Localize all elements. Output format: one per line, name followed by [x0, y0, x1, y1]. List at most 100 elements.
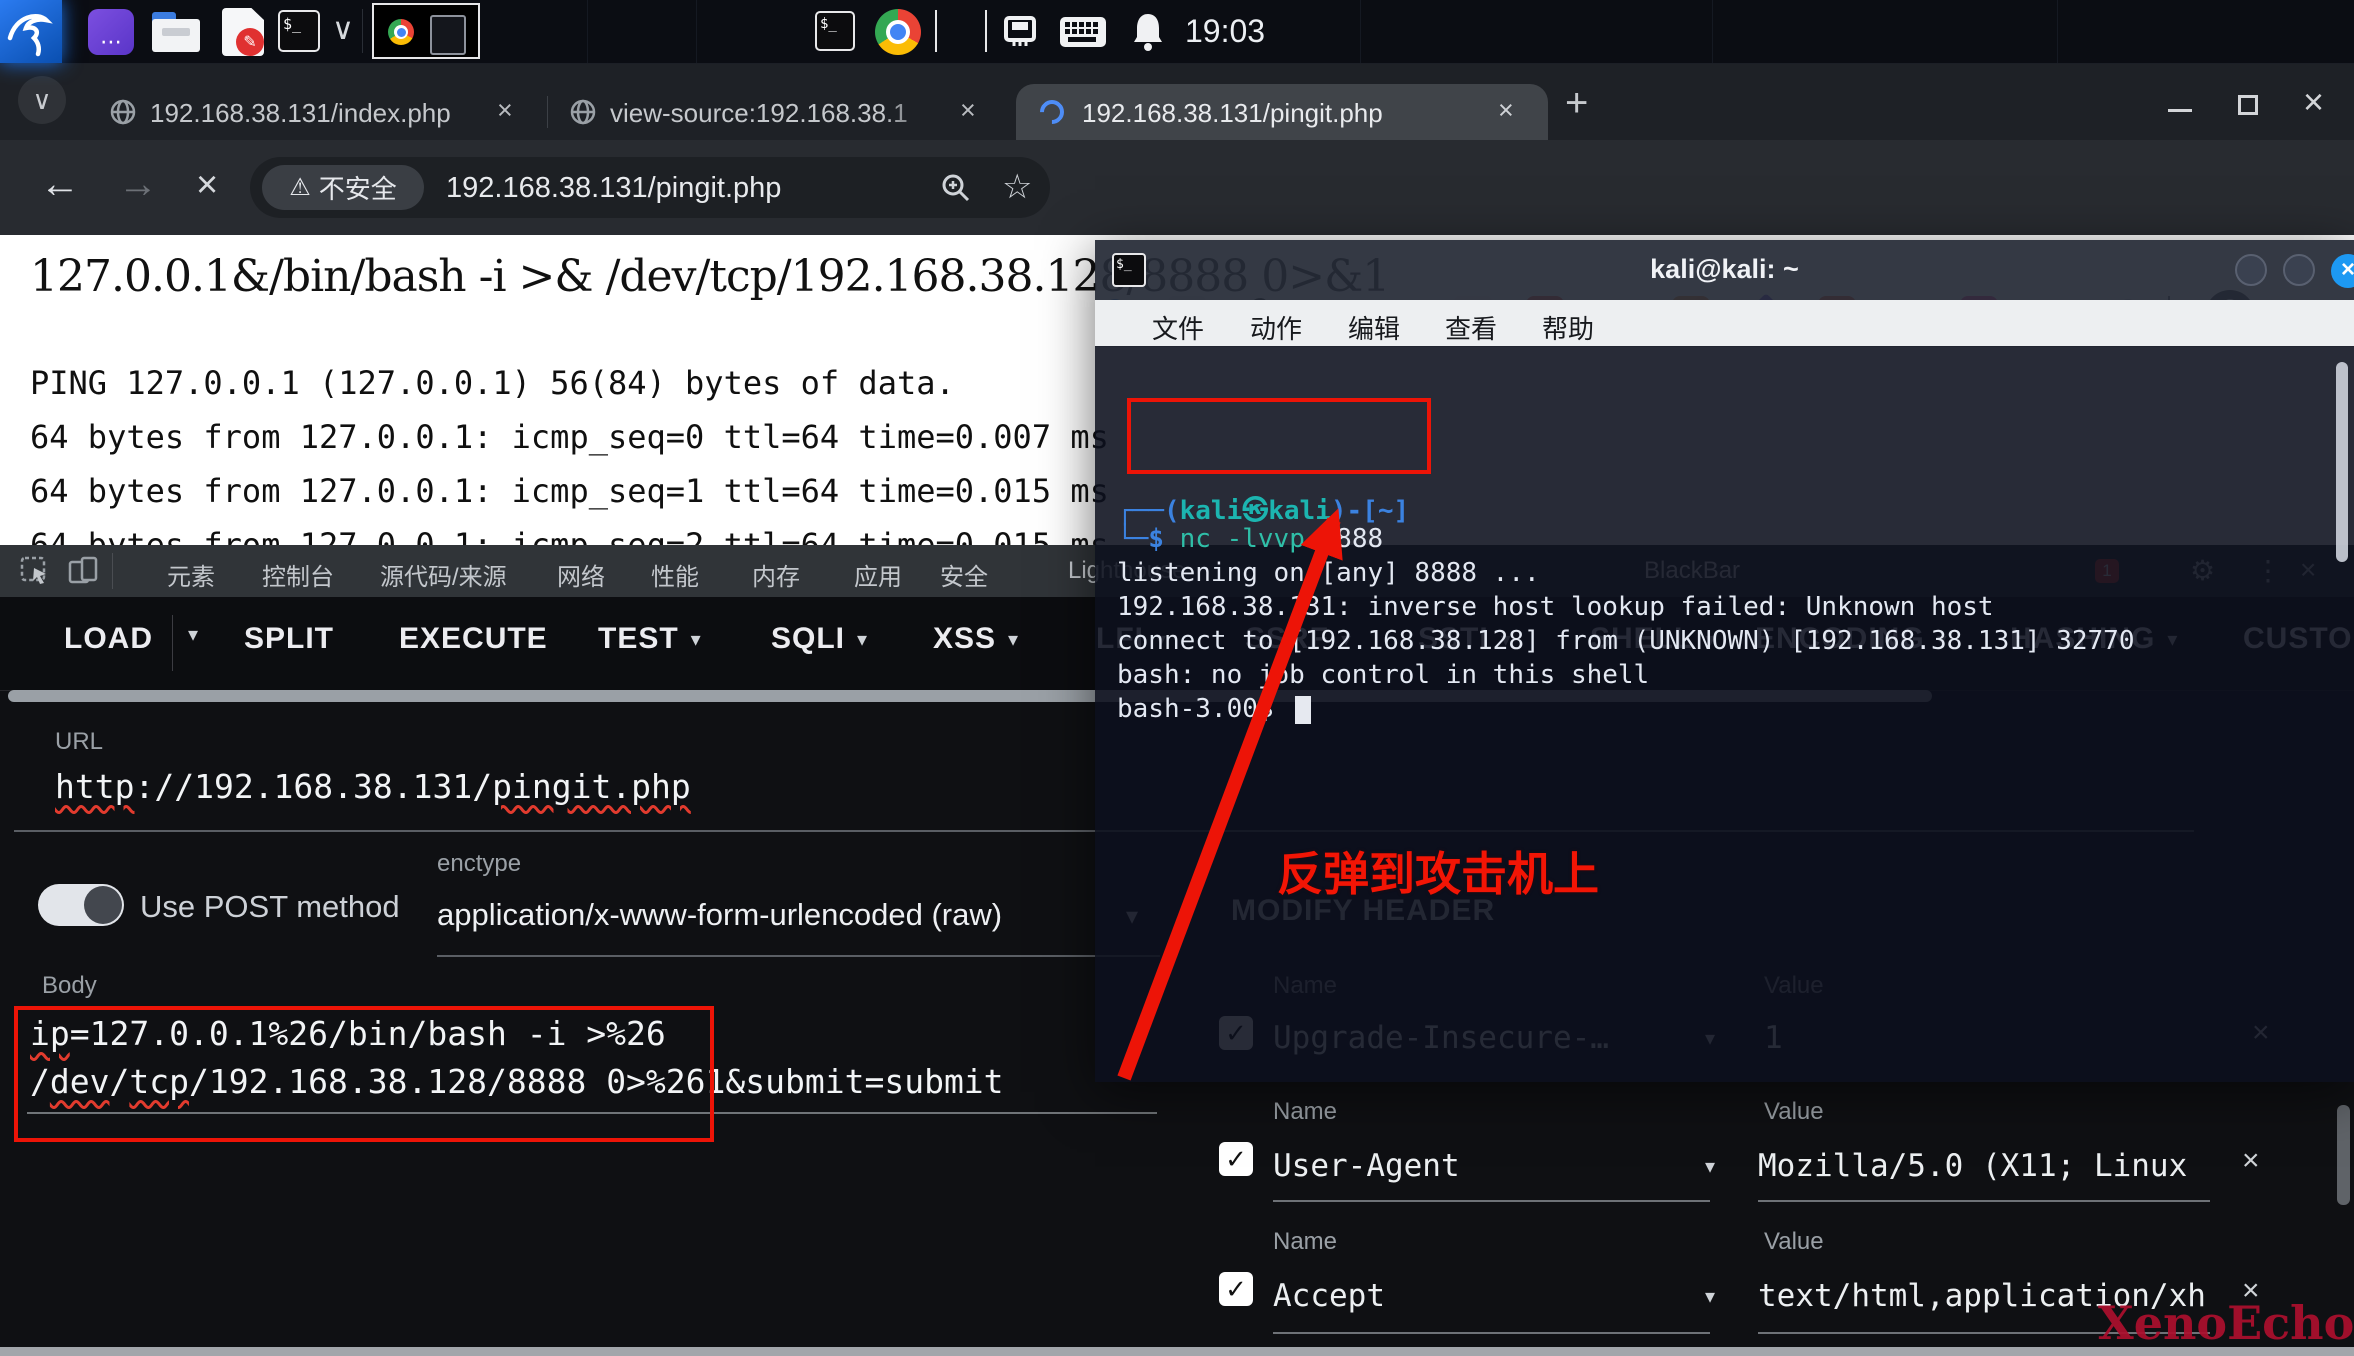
dropdown-caret-icon: ▾	[857, 627, 868, 652]
terminal-maximize-button[interactable]	[2283, 254, 2315, 286]
hackbar-test-menu[interactable]: TEST▾	[598, 622, 702, 656]
devtools-tab-network[interactable]: 网络	[557, 557, 605, 592]
header-remove-button[interactable]: ×	[2242, 1144, 2260, 1178]
window-close-button[interactable]: ×	[2303, 81, 2324, 123]
text-editor-icon[interactable]: ✎	[222, 8, 264, 56]
ping-output-line: 64 bytes from 127.0.0.1: icmp_seq=0 ttl=…	[30, 418, 1109, 456]
keyboard-tray-icon[interactable]	[1058, 15, 1108, 49]
kali-menu-button[interactable]	[0, 0, 62, 63]
terminal-command-line: └─$ nc -lvvp 8888	[1117, 524, 1383, 554]
tab-pingit-php-active[interactable]: 192.168.38.131/pingit.php ×	[1016, 84, 1548, 140]
vertical-scrollbar-thumb[interactable]	[2337, 1105, 2350, 1205]
hackbar-sqli-menu[interactable]: SQLI▾	[771, 622, 868, 656]
dropdown-caret-icon[interactable]: ▾	[1705, 1154, 1715, 1179]
devtools-tab-elements[interactable]: 元素	[167, 557, 215, 592]
dropdown-caret-icon: ▾	[188, 622, 199, 647]
security-chip[interactable]: ⚠ 不安全	[262, 165, 424, 210]
devtools-tab-console[interactable]: 控制台	[262, 557, 334, 592]
header-value-label: Value	[1764, 1228, 1824, 1256]
body-highlight-red-box	[14, 1006, 714, 1142]
globe-favicon	[110, 99, 136, 125]
terminal-minimize-button[interactable]	[2235, 254, 2267, 286]
terminal-menu-view[interactable]: 查看	[1445, 309, 1497, 346]
window-maximize-button[interactable]	[2238, 95, 2258, 115]
terminal-prompt-glyph: $_	[283, 15, 301, 33]
hackbar-xss-menu[interactable]: XSS▾	[933, 622, 1019, 656]
url-text[interactable]: 192.168.38.131/pingit.php	[446, 172, 781, 205]
back-button[interactable]: ←	[40, 162, 80, 207]
device-toolbar-icon[interactable]	[68, 556, 98, 586]
active-task-thumbnail[interactable]	[372, 3, 480, 59]
tab-close-icon[interactable]: ×	[497, 95, 513, 126]
header-name-label: Name	[1273, 1228, 1337, 1256]
toggle-knob	[84, 886, 122, 924]
hackbar-execute-button[interactable]: EXECUTE	[399, 622, 548, 656]
devtools-tab-application[interactable]: 应用	[854, 557, 902, 592]
url-field-label: URL	[55, 728, 103, 756]
clock[interactable]: 19:03	[1185, 13, 1265, 50]
address-bar[interactable]: ⚠ 不安全 192.168.38.131/pingit.php ☆	[250, 157, 1050, 218]
terminal-scrollbar-thumb[interactable]	[2336, 362, 2348, 562]
file-manager-icon[interactable]	[152, 12, 200, 52]
devtools-separator	[112, 553, 113, 589]
stop-loading-button[interactable]: ×	[196, 164, 218, 207]
terminal-menu-file[interactable]: 文件	[1152, 309, 1204, 346]
new-tab-button[interactable]: +	[1565, 81, 1588, 126]
tab-view-source[interactable]: view-source:192.168.38.1 ×	[552, 84, 1004, 140]
tab-title: 192.168.38.131/index.php	[150, 98, 480, 129]
terminal-menu-help[interactable]: 帮助	[1542, 309, 1594, 346]
network-tray-icon[interactable]	[1000, 12, 1040, 52]
body-field-label: Body	[42, 972, 97, 1000]
check-icon: ✓	[1225, 1144, 1247, 1175]
notification-bell-icon[interactable]	[1130, 10, 1166, 52]
tab-close-icon[interactable]: ×	[960, 95, 976, 126]
terminal-prompt-glyph: $_	[820, 16, 837, 32]
hackbar-load-caret[interactable]: ▾	[188, 622, 199, 647]
pencil-badge: ✎	[236, 28, 264, 56]
taskbar: ⋯ ✎ $_ ∨ $_	[0, 0, 2354, 64]
terminal-title: kali@kali: ~	[1095, 254, 2354, 285]
terminal-menu-actions[interactable]: 动作	[1250, 309, 1302, 346]
header-checkbox[interactable]: ✓	[1219, 1142, 1253, 1176]
browser-toolbar: ← → × ⚠ 不安全 192.168.38.131/pingit.php ☆	[0, 140, 2354, 235]
devtools-tab-performance[interactable]: 性能	[651, 557, 699, 592]
app-menu-icon[interactable]: ⋯	[88, 9, 134, 55]
zoom-icon[interactable]	[940, 172, 972, 204]
tab-search-button[interactable]: ∨	[18, 76, 66, 124]
window-minimize-button[interactable]	[2168, 109, 2192, 112]
bookmark-star-icon[interactable]: ☆	[1002, 167, 1032, 207]
devtools-tab-memory[interactable]: 内存	[752, 557, 800, 592]
header-checkbox[interactable]: ✓	[1219, 1272, 1253, 1306]
header-value-field[interactable]: Mozilla/5.0 (X11; Linux	[1758, 1148, 2187, 1184]
bottom-scrollbar[interactable]	[0, 1347, 2354, 1356]
devtools-tab-security[interactable]: 安全	[940, 557, 988, 592]
header-name-field[interactable]: User-Agent	[1273, 1148, 1460, 1184]
header-name-field[interactable]: Accept	[1273, 1278, 1385, 1314]
taskbar-chevron-icon[interactable]: ∨	[332, 12, 354, 47]
terminal-launcher-icon[interactable]: $_	[278, 10, 320, 52]
field-underline	[1273, 1332, 1710, 1334]
tab-title-fade	[1412, 98, 1474, 132]
enctype-label: enctype	[437, 850, 521, 878]
tab-bar: ∨ 192.168.38.131/index.php × view-source…	[0, 63, 2354, 140]
terminal-menu-edit[interactable]: 编辑	[1348, 309, 1400, 346]
tray-terminal-icon[interactable]: $_	[815, 11, 855, 51]
hackbar-load-button[interactable]: LOAD	[64, 622, 153, 656]
tray-chrome-icon[interactable]	[875, 9, 921, 55]
forward-button[interactable]: →	[118, 162, 158, 207]
chrome-blue-core	[890, 24, 906, 40]
inspect-element-icon[interactable]	[20, 556, 50, 586]
terminal-mini-window	[430, 15, 466, 55]
dropdown-caret-icon[interactable]: ▾	[1705, 1284, 1715, 1309]
taskbar-grid-line	[2057, 0, 2058, 63]
terminal-titlebar[interactable]: $_ kali@kali: ~ ×	[1095, 240, 2354, 300]
enctype-select-value[interactable]: application/x-www-form-urlencoded (raw)	[437, 897, 1002, 933]
url-field-value[interactable]: http://192.168.38.131/pingit.php	[55, 767, 691, 806]
use-post-toggle[interactable]	[38, 884, 124, 926]
hackbar-split-button[interactable]: SPLIT	[244, 622, 334, 656]
tab-index-php[interactable]: 192.168.38.131/index.php ×	[92, 84, 542, 140]
tab-close-icon[interactable]: ×	[1498, 95, 1514, 126]
devtools-tab-sources[interactable]: 源代码/来源	[380, 557, 507, 592]
hackbar-split-divider	[172, 615, 173, 671]
taskbar-grid-line	[587, 0, 588, 63]
